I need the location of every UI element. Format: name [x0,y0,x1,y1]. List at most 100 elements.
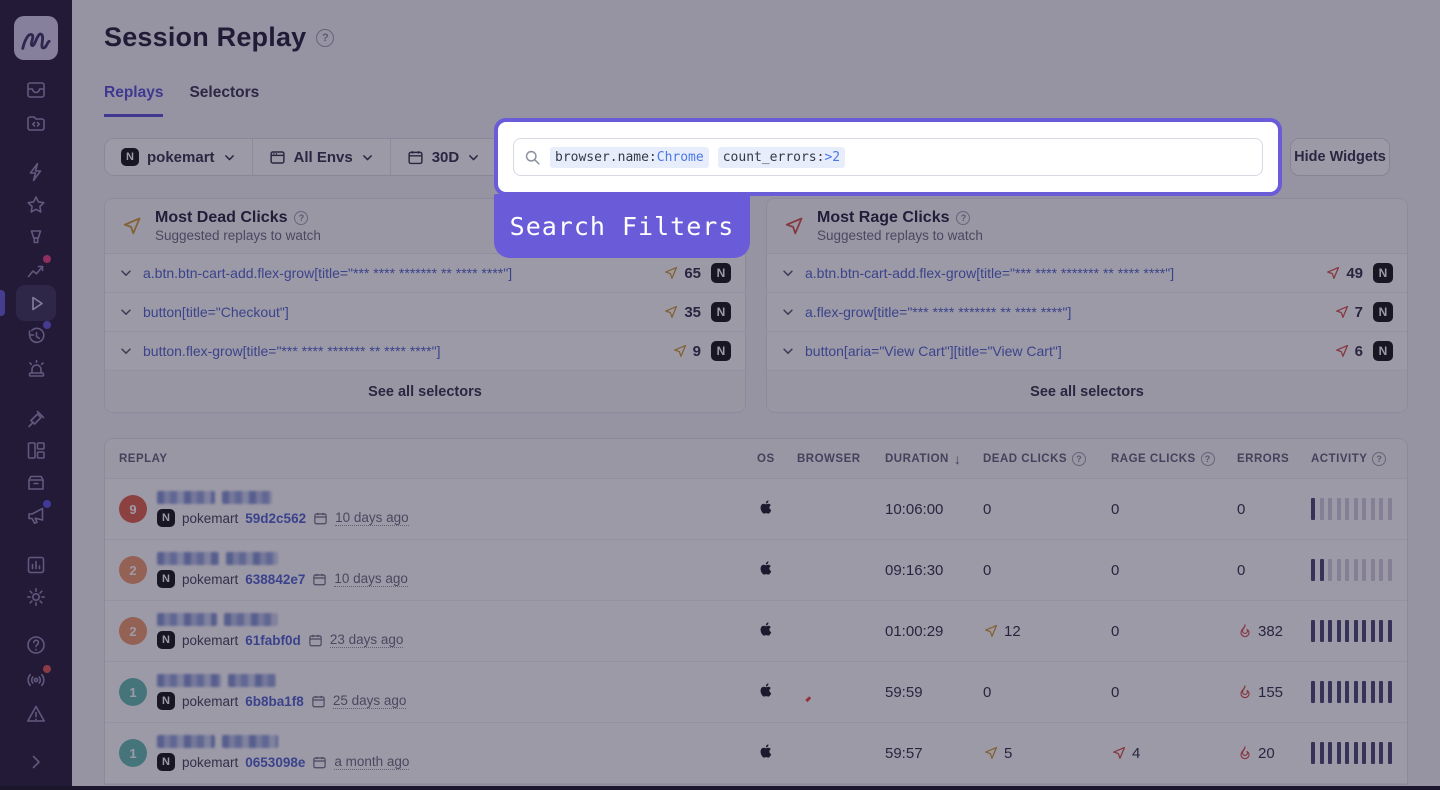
expand-chevron-icon[interactable] [781,266,795,280]
selector-link[interactable]: button[aria="View Cart"][title="View Car… [805,343,1324,359]
project-name: pokemart [182,511,238,526]
column-header-label: DEAD CLICKS [983,453,1067,465]
date-range-label: 30D [432,149,460,166]
selector-row: a.flex-grow[title="*** **** ******* ** *… [767,293,1407,332]
sidebar-flash-icon[interactable] [24,226,48,250]
sidebar-code-folder-icon[interactable] [24,111,48,135]
sidebar-trends-icon[interactable] [24,258,48,282]
tab-replays[interactable]: Replays [104,84,163,117]
replay-cell: 9Npokemart59d2c56210 days ago [119,491,757,527]
sidebar-help-icon[interactable] [24,633,48,657]
column-header-errors[interactable]: ERRORS [1237,453,1311,465]
selector-link[interactable]: button.flex-grow[title="*** **** *******… [143,343,662,359]
sidebar-megaphone-icon[interactable] [24,503,48,527]
session-id-link[interactable]: 61fabf0d [245,633,301,648]
sidebar-session-replay-icon[interactable] [24,291,48,315]
session-replay-app: Session Replay ? Replays Selectors N pok… [0,0,1440,790]
os-cell [757,619,797,643]
dead-click-cursor-icon [672,343,688,359]
sidebar-gear-icon[interactable] [24,585,48,609]
notification-dot [43,665,51,673]
sort-desc-icon[interactable]: ↓ [954,451,962,467]
session-id-link[interactable]: 0653098e [245,755,305,770]
sidebar-inbox-icon[interactable] [24,78,48,102]
tab-selectors[interactable]: Selectors [189,84,259,117]
duration-cell: 01:00:29 [885,623,983,640]
sidebar-box-icon[interactable] [24,470,48,494]
column-header-browser[interactable]: BROWSER [797,453,885,465]
sidebar-broadcast-icon[interactable] [24,668,48,692]
replays-table: REPLAYOSBROWSERDURATION↓DEAD CLICKS?RAGE… [104,438,1408,785]
replay-row[interactable]: 2Npokemart638842e710 days ago09:16:30000 [105,540,1407,601]
expand-chevron-icon[interactable] [781,344,795,358]
recorded-ago[interactable]: a month ago [334,754,409,770]
date-range-picker[interactable]: 30D [391,139,497,175]
apple-os-icon [757,497,774,517]
widget-help-icon[interactable]: ? [294,211,308,225]
rage-click-cursor-icon [783,215,805,237]
column-help-icon[interactable]: ? [1372,452,1386,466]
selector-link[interactable]: a.btn.btn-cart-add.flex-grow[title="*** … [805,265,1315,281]
project-picker[interactable]: N pokemart [105,139,253,175]
replay-row[interactable]: 2Npokemart61fabf0d23 days ago01:00:29120… [105,601,1407,662]
recorded-ago[interactable]: 23 days ago [330,632,404,648]
errors-cell: 20 [1237,745,1311,762]
chevron-down-icon [361,151,374,164]
sidebar-layout-icon[interactable] [24,438,48,462]
session-id-link[interactable]: 638842e7 [245,572,305,587]
sidebar-siren-icon[interactable] [24,356,48,380]
sidebar-collapse-icon[interactable] [24,750,48,774]
widget-subtitle: Suggested replays to watch [155,228,321,243]
page-title: Session Replay [104,22,306,53]
replay-row[interactable]: 1Npokemart6b8ba1f825 days ago59:5900155 [105,662,1407,723]
sidebar-star-icon[interactable] [24,193,48,217]
dead-clicks-cell: 0 [983,501,1111,518]
filter-token-browser[interactable]: browser.name:Chrome [550,147,709,168]
sidebar-toy-hammer-icon[interactable] [24,406,48,430]
column-help-icon[interactable]: ? [1072,452,1086,466]
nextjs-badge-icon: N [157,509,175,527]
hide-widgets-button[interactable]: Hide Widgets [1290,138,1390,176]
column-help-icon[interactable]: ? [1201,452,1215,466]
expand-chevron-icon[interactable] [781,305,795,319]
expand-chevron-icon[interactable] [119,305,133,319]
errors-cell: 155 [1237,684,1311,701]
see-all-selectors-button[interactable]: See all selectors [105,371,745,413]
fire-icon [1237,684,1253,700]
column-header-replay[interactable]: REPLAY [119,453,757,465]
widget-subtitle: Suggested replays to watch [817,228,983,243]
recorded-ago[interactable]: 10 days ago [334,571,408,587]
page-help-icon[interactable]: ? [316,29,334,47]
search-filters-spotlight: browser.name:Chrome count_errors:>2 [494,118,1282,196]
env-picker[interactable]: All Envs [253,139,391,175]
column-header-os[interactable]: OS [757,453,797,465]
column-header-activity[interactable]: ACTIVITY? [1311,452,1407,466]
recorded-ago[interactable]: 10 days ago [335,510,409,526]
rage-click-cursor-icon [1111,745,1127,761]
search-filters-input[interactable]: browser.name:Chrome count_errors:>2 [513,138,1263,176]
session-id-link[interactable]: 6b8ba1f8 [245,694,304,709]
expand-chevron-icon[interactable] [119,344,133,358]
selector-link[interactable]: button[title="Checkout"] [143,304,653,320]
selector-link[interactable]: a.flex-grow[title="*** **** ******* ** *… [805,304,1324,320]
see-all-selectors-button[interactable]: See all selectors [767,371,1407,413]
column-header-dead-clicks[interactable]: DEAD CLICKS? [983,452,1111,466]
dead-click-cursor-icon [663,265,679,281]
sidebar-zap-icon[interactable] [24,160,48,184]
nextjs-badge-icon: N [1373,263,1393,283]
apple-os-icon [757,619,774,639]
session-id-link[interactable]: 59d2c562 [245,511,306,526]
app-logo[interactable] [14,16,58,60]
sidebar-warning-icon[interactable] [24,702,48,726]
recorded-ago[interactable]: 25 days ago [333,693,407,709]
replay-row[interactable]: 9Npokemart59d2c56210 days ago10:06:00000 [105,479,1407,540]
column-header-rage-clicks[interactable]: RAGE CLICKS? [1111,452,1237,466]
sidebar-history-icon[interactable] [24,324,48,348]
expand-chevron-icon[interactable] [119,266,133,280]
filter-token-errors[interactable]: count_errors:>2 [718,147,845,168]
selector-link[interactable]: a.btn.btn-cart-add.flex-grow[title="*** … [143,265,653,281]
widget-help-icon[interactable]: ? [956,211,970,225]
column-header-duration[interactable]: DURATION↓ [885,451,983,467]
replay-row[interactable]: 1Npokemart0653098ea month ago59:575420 [105,723,1407,784]
sidebar-bar-chart-icon[interactable] [24,553,48,577]
